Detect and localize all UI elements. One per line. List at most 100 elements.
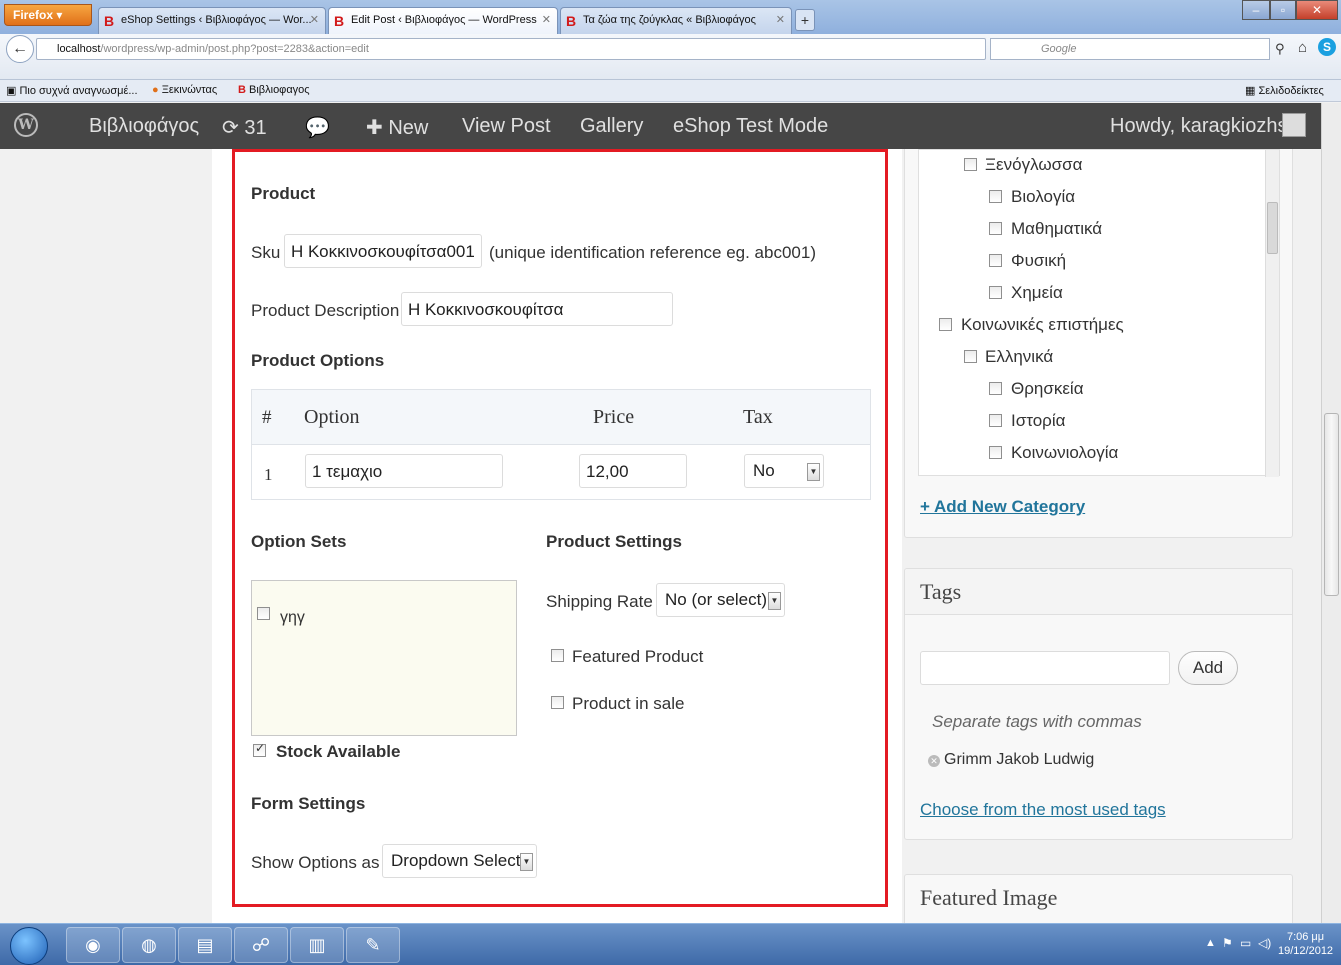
tab-eshop-settings[interactable]: B eShop Settings ‹ Βιβλιοφάγος — Wor... …: [98, 7, 326, 34]
document-taskbar-icon[interactable]: ▥: [290, 927, 344, 963]
add-tag-button[interactable]: Add: [1178, 651, 1238, 685]
column-header-number: #: [262, 407, 272, 428]
url-bar[interactable]: localhost/wordpress/wp-admin/post.php?po…: [36, 38, 986, 60]
bookmark-most-visited[interactable]: ▣ Πιο συχνά αναγνωσμέ...: [6, 84, 138, 97]
updates-link[interactable]: ⟳ 31: [222, 115, 267, 140]
view-post-link[interactable]: View Post: [462, 115, 551, 138]
category-label: Ξενόγλωσσα: [985, 155, 1083, 174]
plus-icon: ✚: [366, 117, 383, 139]
show-options-label: Show Options as: [251, 853, 380, 872]
form-settings-heading: Form Settings: [251, 794, 366, 813]
category-checkbox[interactable]: [964, 350, 977, 363]
sku-value: Η Κοκκινοσκουφίτσα001: [291, 242, 475, 261]
back-arrow-icon[interactable]: ←: [6, 35, 34, 63]
sku-input[interactable]: Η Κοκκινοσκουφίτσα001: [284, 234, 482, 268]
scrollbar-thumb[interactable]: [1324, 413, 1339, 596]
volume-icon[interactable]: ◁): [1258, 936, 1271, 950]
search-icon[interactable]: ⚲: [1275, 41, 1285, 57]
home-icon[interactable]: ⌂: [1298, 39, 1307, 56]
category-checkbox[interactable]: [989, 414, 1002, 427]
new-label: New: [388, 117, 429, 139]
stock-available-checkbox[interactable]: [253, 741, 266, 757]
category-checkbox[interactable]: [989, 446, 1002, 459]
blogger-icon: B: [104, 13, 115, 29]
category-checkbox[interactable]: [964, 158, 977, 171]
network-icon[interactable]: ▭: [1240, 936, 1251, 950]
firefox-taskbar-icon[interactable]: ◉: [66, 927, 120, 963]
row-number: 1: [264, 465, 273, 484]
maximize-button[interactable]: ▫: [1270, 0, 1296, 20]
scrollbar-thumb[interactable]: [1267, 202, 1278, 254]
column-header-option: Option: [304, 406, 360, 428]
bookmarks-menu[interactable]: ▦ Σελιδοδείκτες: [1245, 84, 1324, 97]
search-input[interactable]: Google: [990, 38, 1270, 60]
close-icon[interactable]: ✕: [776, 13, 785, 26]
site-name-link[interactable]: Βιβλιοφάγος: [89, 115, 199, 138]
tray-arrow-icon[interactable]: ▲: [1205, 937, 1216, 949]
flag-icon[interactable]: ⚑: [1222, 936, 1233, 950]
tab-edit-post[interactable]: B Edit Post ‹ Βιβλιοφάγος — WordPress ✕: [328, 7, 558, 34]
new-content-link[interactable]: ✚ New: [366, 115, 428, 140]
bookmark-label: Πιο συχνά αναγνωσμέ...: [19, 85, 138, 97]
option-set-checkbox[interactable]: [257, 607, 270, 620]
firefox-menu-label: Firefox: [13, 8, 54, 22]
category-checkbox[interactable]: [989, 222, 1002, 235]
url-host: localhost: [57, 43, 101, 55]
description-label: Product Description: [251, 301, 400, 320]
category-label: Κοινωνικές επιστήμες: [961, 315, 1124, 334]
table-header: # Option Price Tax: [252, 390, 870, 445]
category-checkbox[interactable]: [939, 318, 952, 331]
chevron-down-icon: ▼: [807, 463, 820, 481]
column-header-tax: Tax: [743, 406, 773, 428]
avatar[interactable]: [1282, 113, 1306, 137]
eshop-test-mode-link[interactable]: eShop Test Mode: [673, 115, 828, 138]
category-scrollbar[interactable]: [1265, 150, 1279, 477]
tax-select[interactable]: No ▼: [744, 454, 824, 488]
howdy-user-link[interactable]: Howdy, karagkiozhs: [1110, 115, 1287, 138]
start-button[interactable]: [10, 927, 48, 965]
add-new-category-link[interactable]: + Add New Category: [920, 497, 1085, 517]
chrome-taskbar-icon[interactable]: ◍: [122, 927, 176, 963]
bookmark-getting-started[interactable]: ● Ξεκινώντας: [152, 84, 217, 96]
most-used-tags-link[interactable]: Choose from the most used tags: [920, 800, 1166, 820]
page-scrollbar[interactable]: [1321, 103, 1341, 923]
new-tab-button[interactable]: +: [795, 9, 815, 31]
description-input[interactable]: Η Κοκκινοσκουφίτσα: [401, 292, 673, 326]
gallery-link[interactable]: Gallery: [580, 115, 643, 138]
close-window-button[interactable]: ✕: [1296, 0, 1338, 20]
blogger-icon: B: [238, 84, 246, 96]
minimize-button[interactable]: –: [1242, 0, 1270, 20]
close-icon[interactable]: ✕: [310, 13, 319, 26]
category-label: Θρησκεία: [1011, 379, 1084, 398]
shipping-rate-label: Shipping Rate: [546, 592, 653, 611]
skype-icon[interactable]: S: [1318, 38, 1336, 56]
paint-taskbar-icon[interactable]: ✎: [346, 927, 400, 963]
network-taskbar-icon[interactable]: ☍: [234, 927, 288, 963]
tags-hint: Separate tags with commas: [932, 712, 1142, 731]
close-icon[interactable]: ✕: [542, 13, 551, 26]
category-label: Μαθηματικά: [1011, 219, 1103, 238]
option-name-input[interactable]: 1 τεμαχιο: [305, 454, 503, 488]
explorer-taskbar-icon[interactable]: ▤: [178, 927, 232, 963]
system-clock[interactable]: 7:06 μμ 19/12/2012: [1278, 930, 1333, 958]
category-checkbox[interactable]: [989, 254, 1002, 267]
tags-box-header: [905, 569, 1292, 615]
category-label: Φυσική: [1011, 251, 1067, 270]
remove-tag-icon[interactable]: ✕: [928, 755, 940, 767]
category-checkbox[interactable]: [989, 382, 1002, 395]
bookmark-vivliofagos[interactable]: B Βιβλιοφαγος: [238, 84, 310, 96]
category-checkbox[interactable]: [989, 190, 1002, 203]
shipping-rate-select[interactable]: No (or select) ▼: [656, 583, 785, 617]
tab-jungle-animals[interactable]: B Τα ζώα της ζούγκλας « Βιβλιοφάγος ✕: [560, 7, 792, 34]
firefox-menu-button[interactable]: Firefox ▾: [4, 4, 92, 26]
category-checklist: Ξενόγλωσσα Βιολογία Μαθηματικά Φυσική Χη…: [918, 149, 1280, 477]
show-options-select[interactable]: Dropdown Select ▼: [382, 844, 537, 878]
tags-input[interactable]: [920, 651, 1170, 685]
featured-product-checkbox[interactable]: [551, 649, 564, 662]
show-options-value: Dropdown Select: [391, 851, 521, 870]
category-checkbox[interactable]: [989, 286, 1002, 299]
comment-bubble-icon[interactable]: 💬: [305, 115, 330, 140]
option-price-input[interactable]: 12,00: [579, 454, 687, 488]
product-in-sale-checkbox[interactable]: [551, 696, 564, 709]
wordpress-logo-icon[interactable]: W: [14, 113, 38, 137]
